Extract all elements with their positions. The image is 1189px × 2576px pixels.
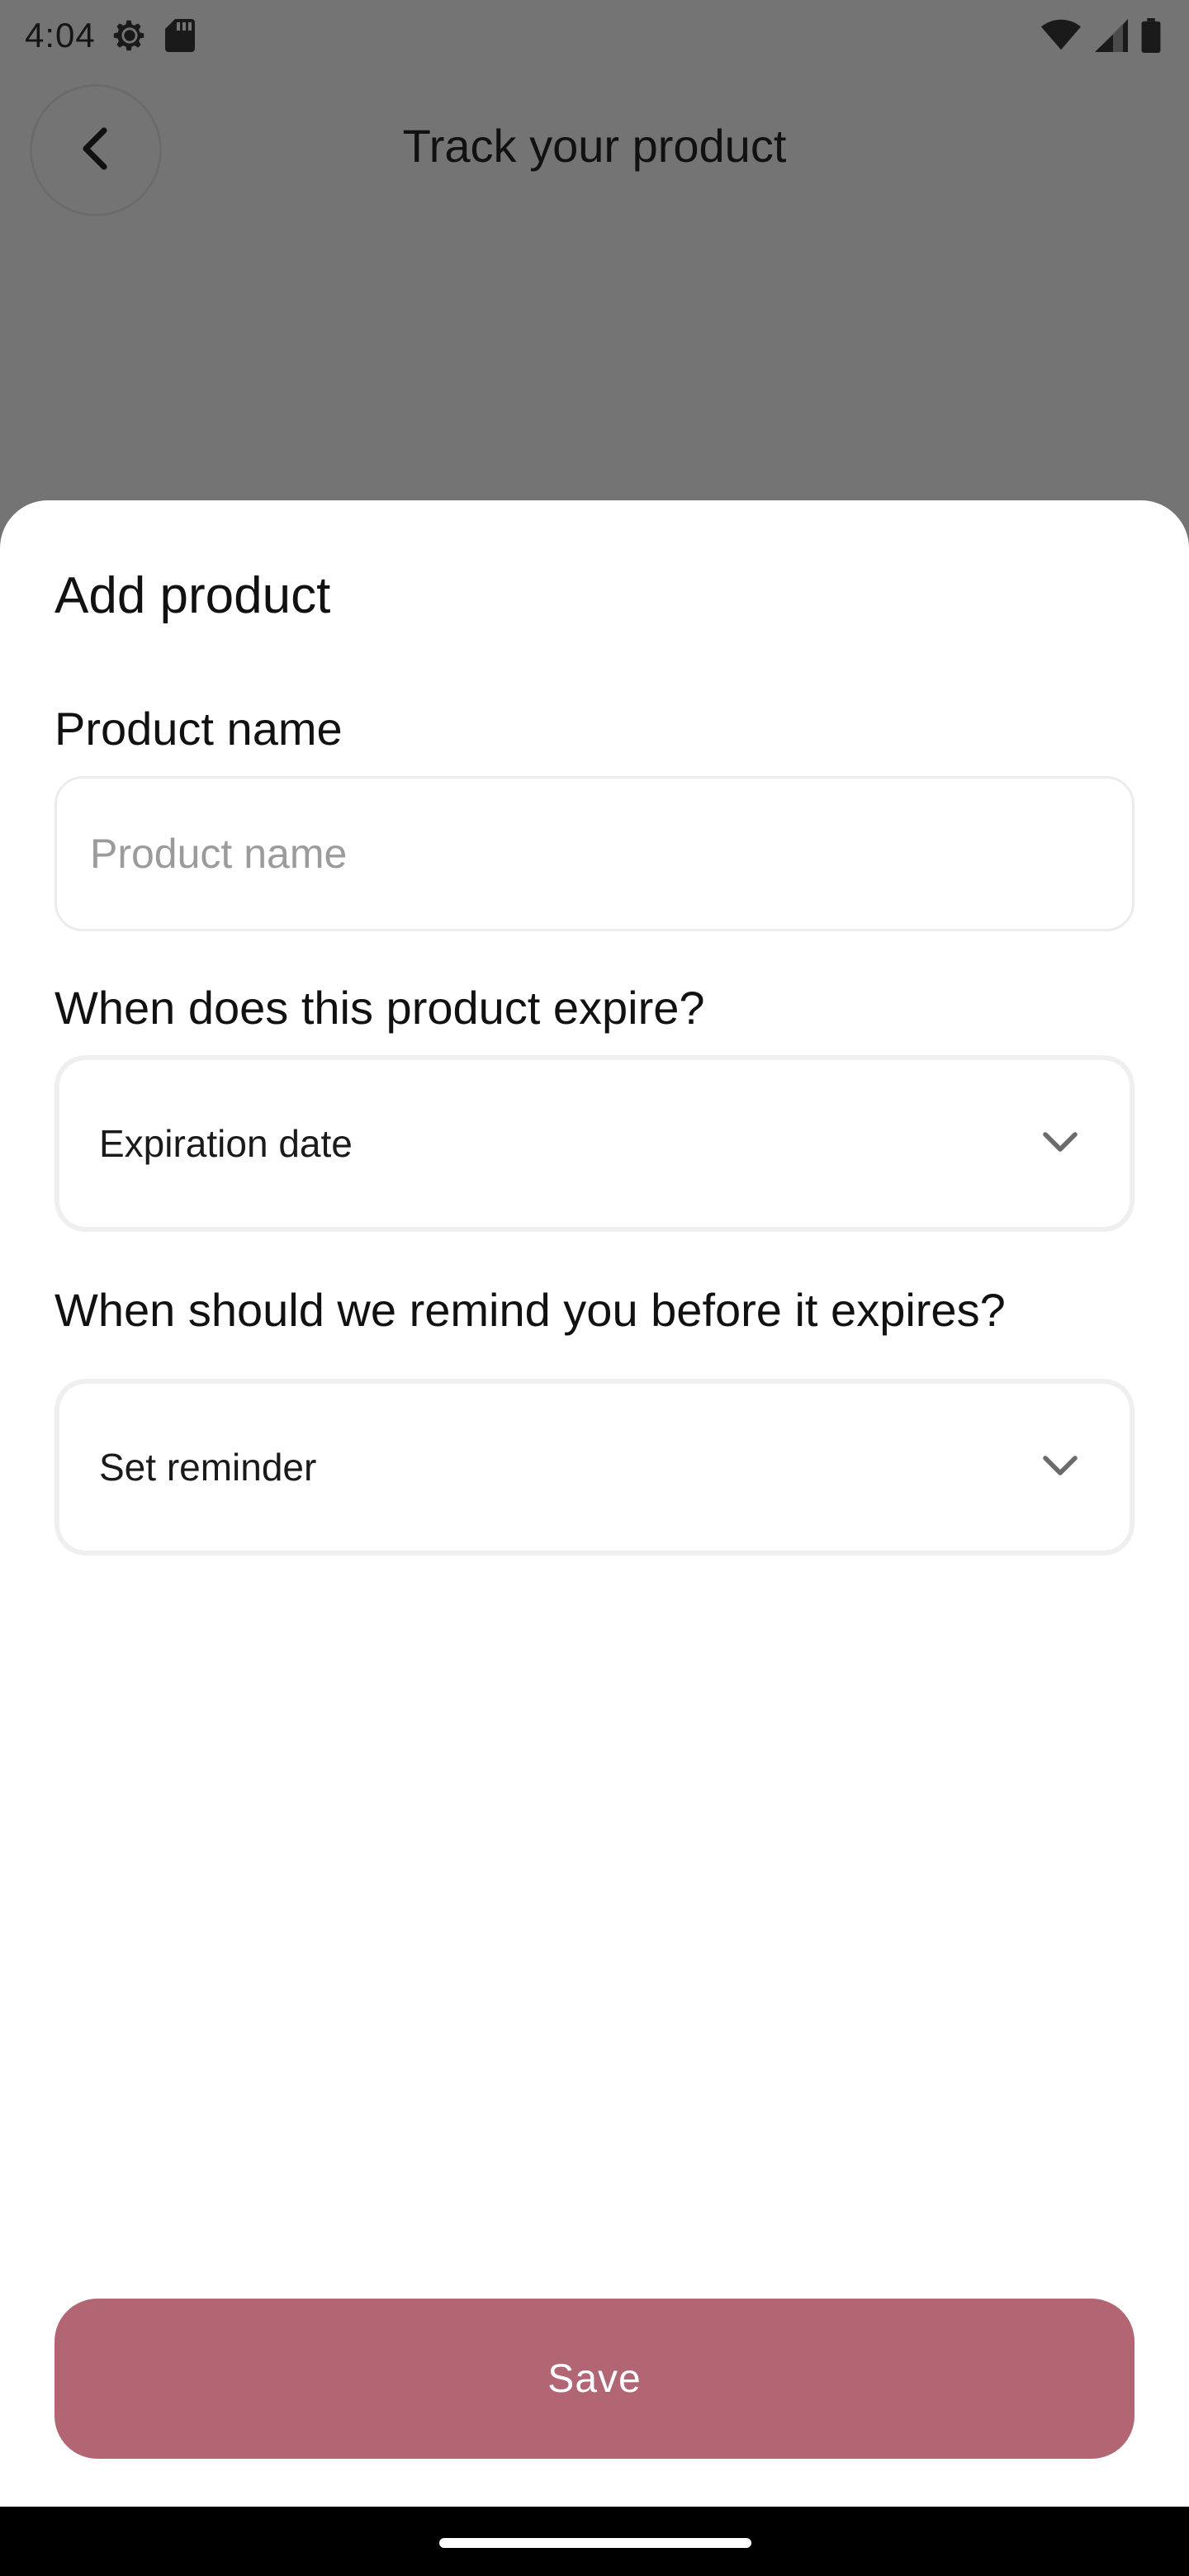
expiration-date-select[interactable]: Expiration date [54, 1055, 1135, 1232]
sd-card-icon [163, 17, 197, 54]
reminder-value: Set reminder [99, 1446, 317, 1489]
sheet-title: Add product [54, 567, 331, 624]
save-button[interactable]: Save [54, 2299, 1135, 2459]
status-bar: 4:04 [0, 0, 1189, 71]
wifi-icon [1040, 19, 1082, 52]
reminder-label: When should we remind you before it expi… [54, 1284, 1006, 1336]
navigation-bar [0, 2507, 1189, 2576]
cell-signal-icon [1093, 19, 1130, 52]
chevron-down-icon [1040, 1453, 1080, 1482]
settings-gear-icon [111, 17, 149, 54]
add-product-sheet: Add product Product name When does this … [0, 500, 1189, 2507]
page-title: Track your product [402, 120, 787, 172]
product-name-label: Product name [54, 703, 343, 755]
battery-icon [1141, 18, 1161, 53]
reminder-select[interactable]: Set reminder [54, 1379, 1135, 1556]
status-time: 4:04 [25, 16, 96, 54]
chevron-down-icon [1040, 1129, 1080, 1158]
page-header: Track your product [0, 71, 1189, 228]
expiration-label: When does this product expire? [54, 982, 705, 1034]
product-name-input[interactable] [54, 776, 1135, 931]
home-indicator[interactable] [439, 2538, 751, 2548]
status-right [1040, 18, 1161, 53]
status-left: 4:04 [25, 16, 197, 55]
expiration-date-value: Expiration date [99, 1122, 353, 1165]
